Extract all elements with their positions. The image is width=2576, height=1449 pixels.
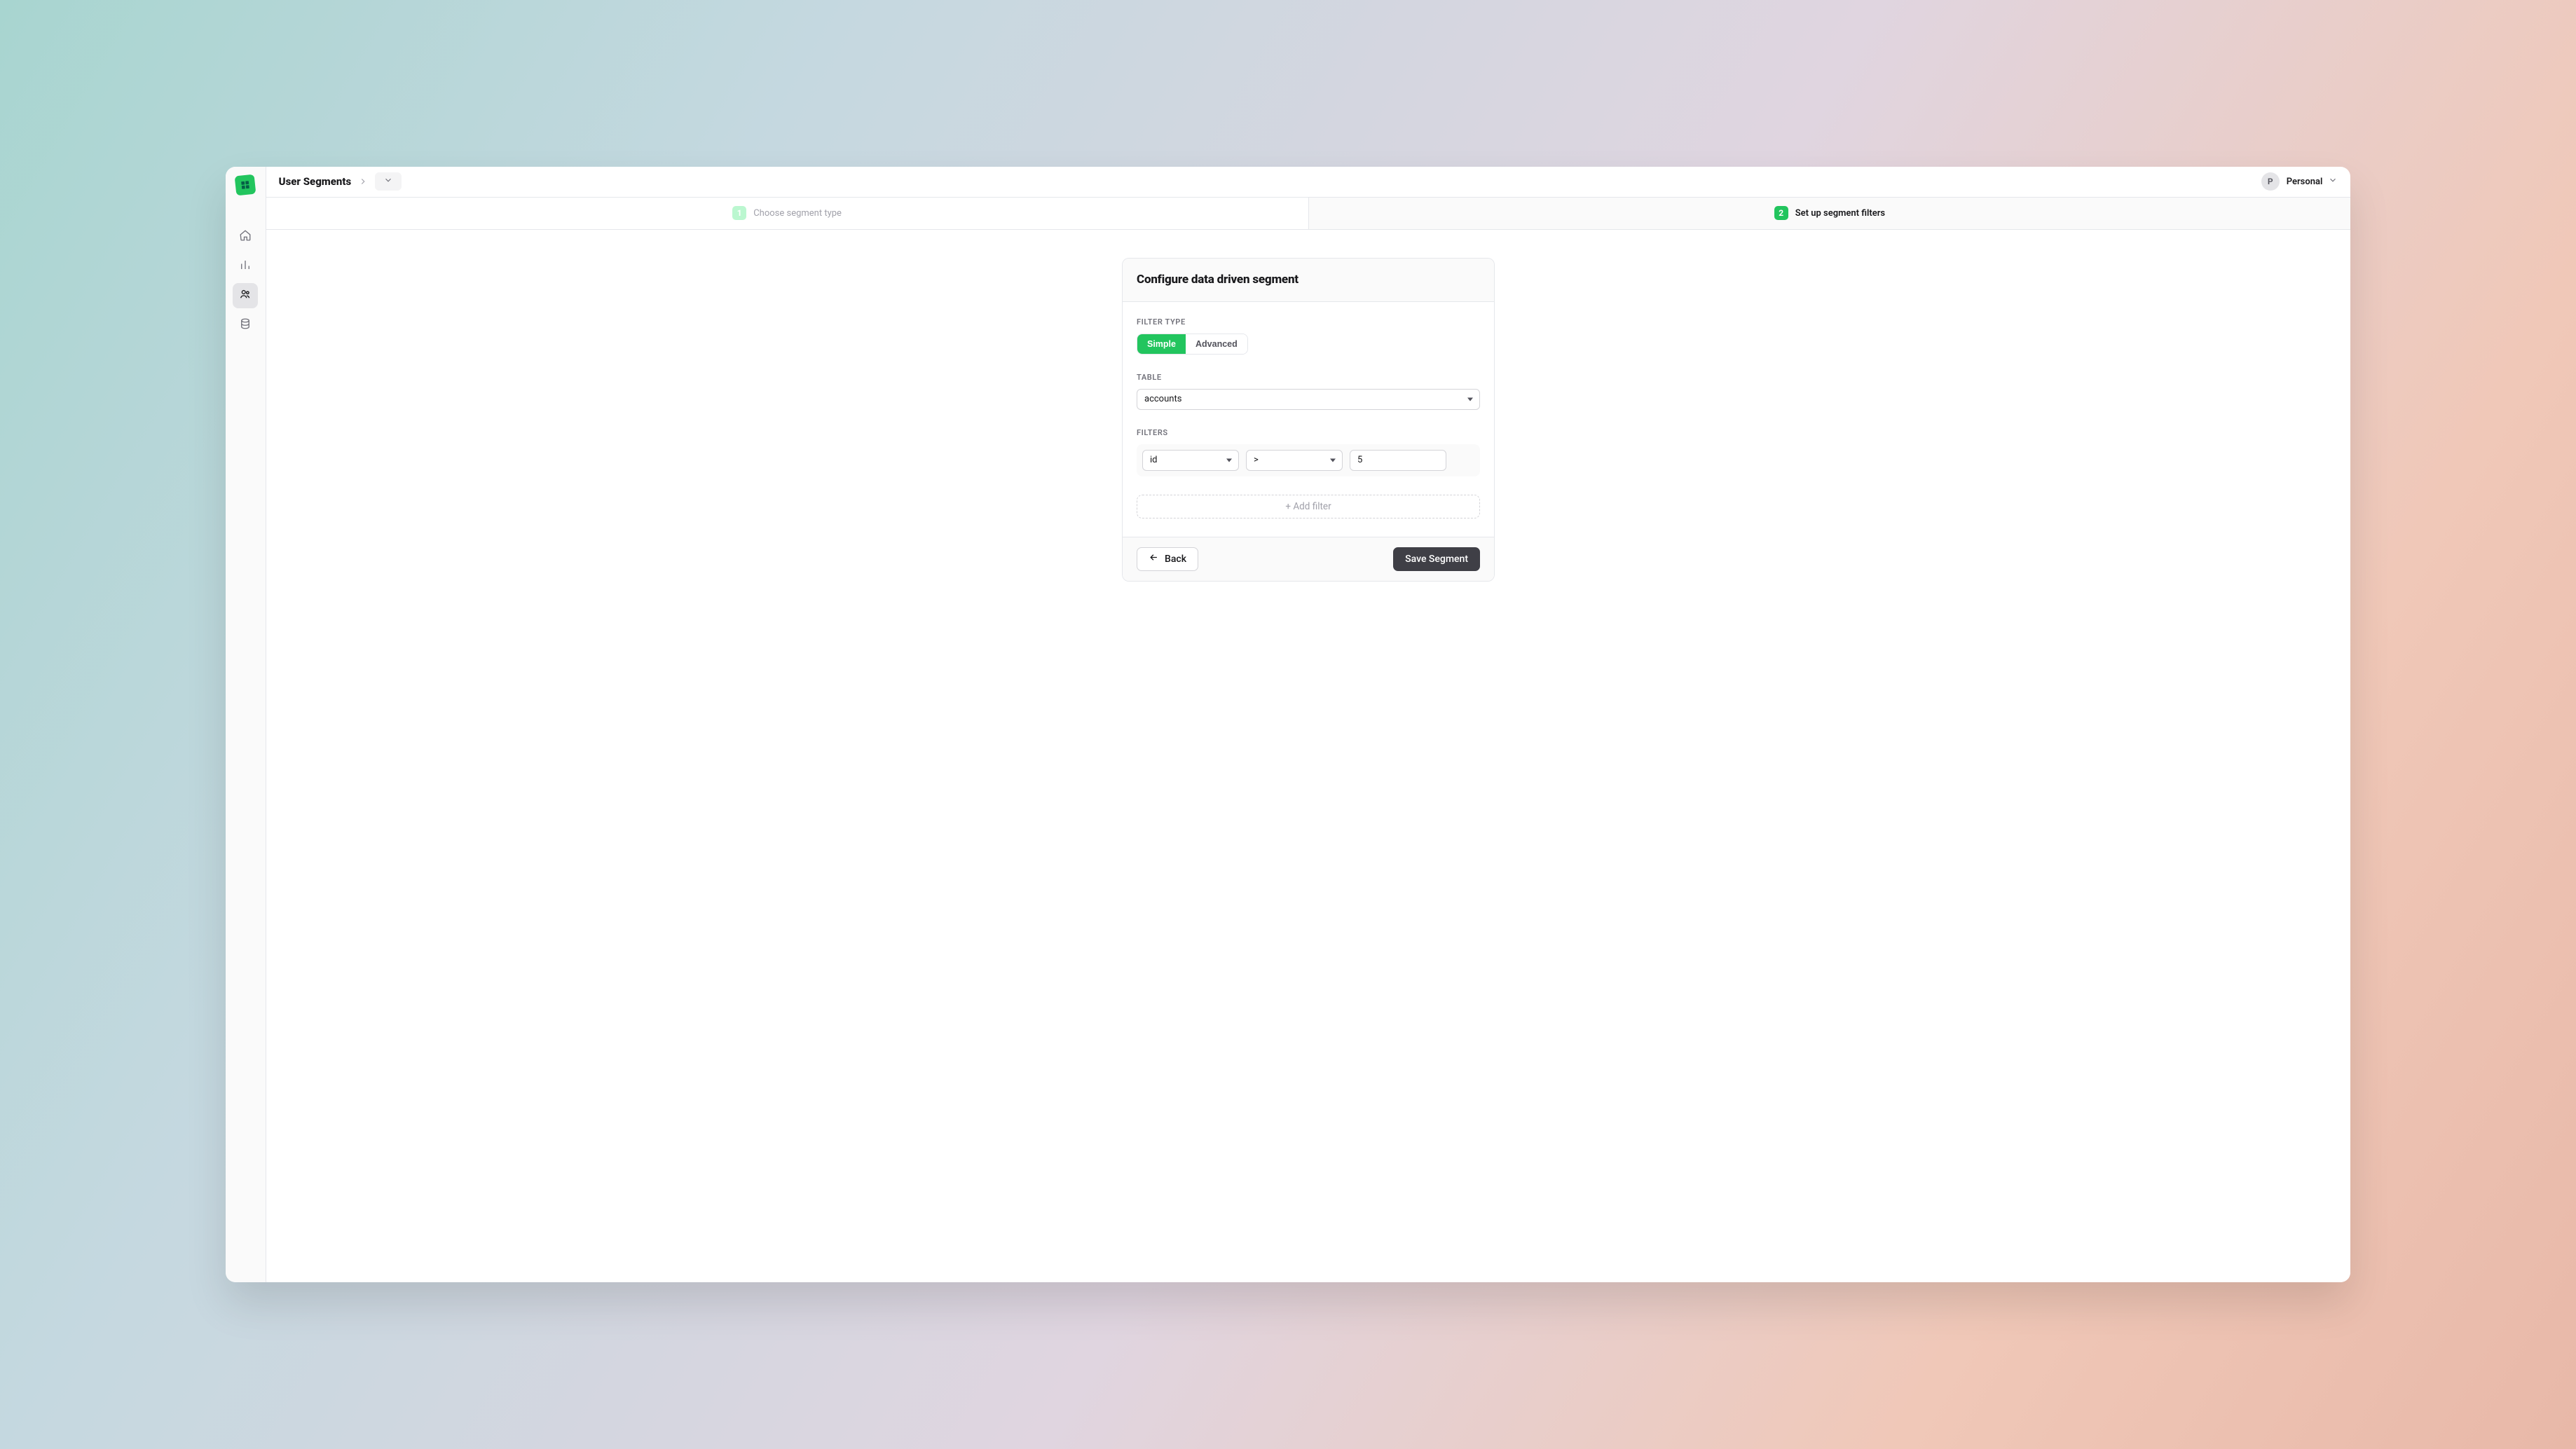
filters-section: FILTERS id >: [1137, 428, 1480, 519]
wizard-steps: 1 Choose segment type 2 Set up segment f…: [266, 198, 2351, 230]
save-segment-button[interactable]: Save Segment: [1393, 547, 1480, 571]
add-filter-button[interactable]: + Add filter: [1137, 495, 1480, 519]
step-setup-filters[interactable]: 2 Set up segment filters: [1308, 198, 2351, 229]
topbar: User Segments P Personal: [266, 167, 2351, 198]
filter-type-section: FILTER TYPE Simple Advanced: [1137, 317, 1480, 355]
back-button-label: Back: [1165, 554, 1186, 565]
card-body: FILTER TYPE Simple Advanced TABLE accoun…: [1123, 302, 1494, 537]
filter-column-select[interactable]: id: [1142, 450, 1239, 471]
breadcrumb-segment-dropdown[interactable]: [375, 172, 402, 191]
step-choose-type[interactable]: 1 Choose segment type: [266, 198, 1308, 229]
avatar: P: [2261, 172, 2280, 191]
configure-segment-card: Configure data driven segment FILTER TYP…: [1122, 258, 1495, 582]
breadcrumb-root: User Segments: [279, 175, 351, 188]
card-header: Configure data driven segment: [1123, 259, 1494, 302]
save-button-label: Save Segment: [1405, 554, 1468, 565]
step-number-badge: 2: [1774, 206, 1788, 220]
step-label: Set up segment filters: [1795, 208, 1885, 219]
sidebar-item-data[interactable]: [233, 313, 258, 338]
sidebar-item-segments[interactable]: [233, 283, 258, 308]
main-column: User Segments P Personal 1 Choose se: [266, 167, 2351, 1282]
workspace-name: Personal: [2287, 177, 2323, 187]
workspace-switcher[interactable]: Personal: [2287, 175, 2338, 188]
filters-label: FILTERS: [1137, 428, 1480, 437]
home-icon: [239, 229, 252, 245]
chevron-down-icon: [2328, 175, 2338, 188]
table-section: TABLE accounts: [1137, 373, 1480, 410]
database-icon: [239, 317, 252, 333]
sidebar-item-analytics[interactable]: [233, 254, 258, 279]
content-area: Configure data driven segment FILTER TYP…: [266, 230, 2351, 1282]
table-select[interactable]: accounts: [1137, 389, 1480, 410]
arrow-left-icon: [1149, 552, 1159, 565]
filter-type-label: FILTER TYPE: [1137, 317, 1480, 327]
sidebar-item-home[interactable]: [233, 224, 258, 249]
filter-type-advanced-button[interactable]: Advanced: [1186, 334, 1247, 354]
back-button[interactable]: Back: [1137, 547, 1198, 571]
app-logo: [235, 174, 256, 195]
bar-chart-icon: [239, 259, 252, 274]
add-filter-label: + Add filter: [1285, 501, 1331, 512]
filter-type-toggle: Simple Advanced: [1137, 334, 1248, 355]
sidebar-nav: [233, 224, 258, 338]
card-footer: Back Save Segment: [1123, 537, 1494, 581]
card-title: Configure data driven segment: [1137, 273, 1480, 287]
app-window: User Segments P Personal 1 Choose se: [226, 167, 2351, 1282]
filter-value-input[interactable]: [1350, 450, 1446, 471]
filter-row: id >: [1137, 444, 1480, 476]
chevron-right-icon: [358, 177, 368, 186]
sidebar: [226, 167, 266, 1282]
filter-type-simple-button[interactable]: Simple: [1137, 334, 1186, 354]
chevron-down-icon: [383, 175, 393, 188]
users-icon: [239, 288, 252, 303]
table-label: TABLE: [1137, 373, 1480, 382]
step-label: Choose segment type: [753, 208, 842, 219]
step-number-badge: 1: [732, 206, 746, 220]
filter-operator-select[interactable]: >: [1246, 450, 1343, 471]
